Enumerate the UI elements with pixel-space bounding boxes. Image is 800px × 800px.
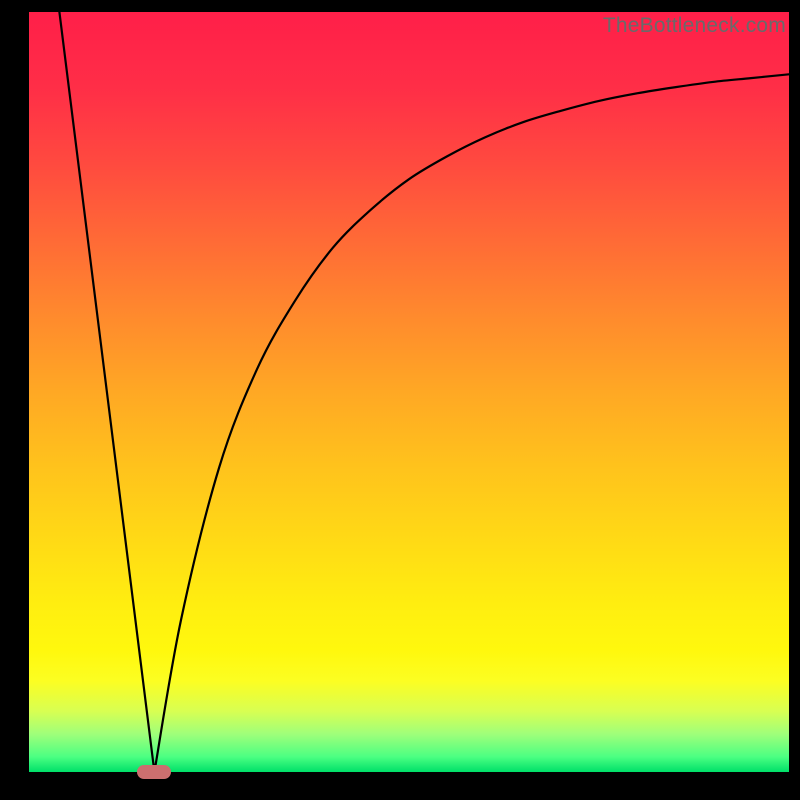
curve-path [59,12,789,772]
bottleneck-curve [29,12,789,772]
optimum-marker [137,765,171,779]
watermark-text: TheBottleneck.com [603,14,786,38]
chart-frame: TheBottleneck.com [0,0,800,800]
plot-area [29,12,789,772]
